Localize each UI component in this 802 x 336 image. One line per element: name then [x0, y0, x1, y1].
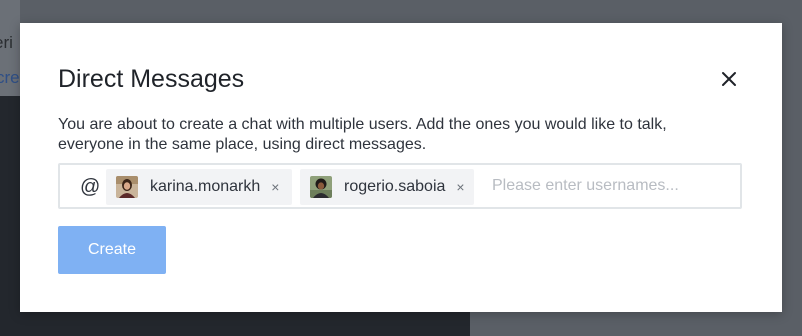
close-button[interactable]	[717, 67, 741, 91]
remove-user-button[interactable]: ×	[271, 179, 279, 195]
modal-title: Direct Messages	[58, 65, 245, 93]
avatar	[310, 176, 332, 198]
avatar	[116, 176, 138, 198]
remove-user-button[interactable]: ×	[456, 179, 464, 195]
direct-messages-modal: Direct Messages You are about to create …	[20, 23, 782, 312]
create-button[interactable]: Create	[58, 226, 166, 274]
background-link-text: cre	[0, 68, 20, 87]
chip-username: karina.monarkh	[150, 178, 261, 195]
close-icon	[722, 72, 736, 86]
selected-user-chip: karina.monarkh ×	[106, 169, 292, 205]
chip-username: rogerio.saboia	[344, 178, 446, 195]
at-sign-icon: @	[80, 176, 101, 198]
modal-description: You are about to create a chat with mult…	[58, 116, 667, 153]
background-text: eri	[0, 33, 13, 52]
username-search-input[interactable]	[492, 173, 732, 199]
users-autocomplete-field[interactable]: @ karina.monarkh × rogerio.saboia × Plea…	[58, 163, 742, 209]
selected-user-chip: rogerio.saboia ×	[300, 169, 474, 205]
